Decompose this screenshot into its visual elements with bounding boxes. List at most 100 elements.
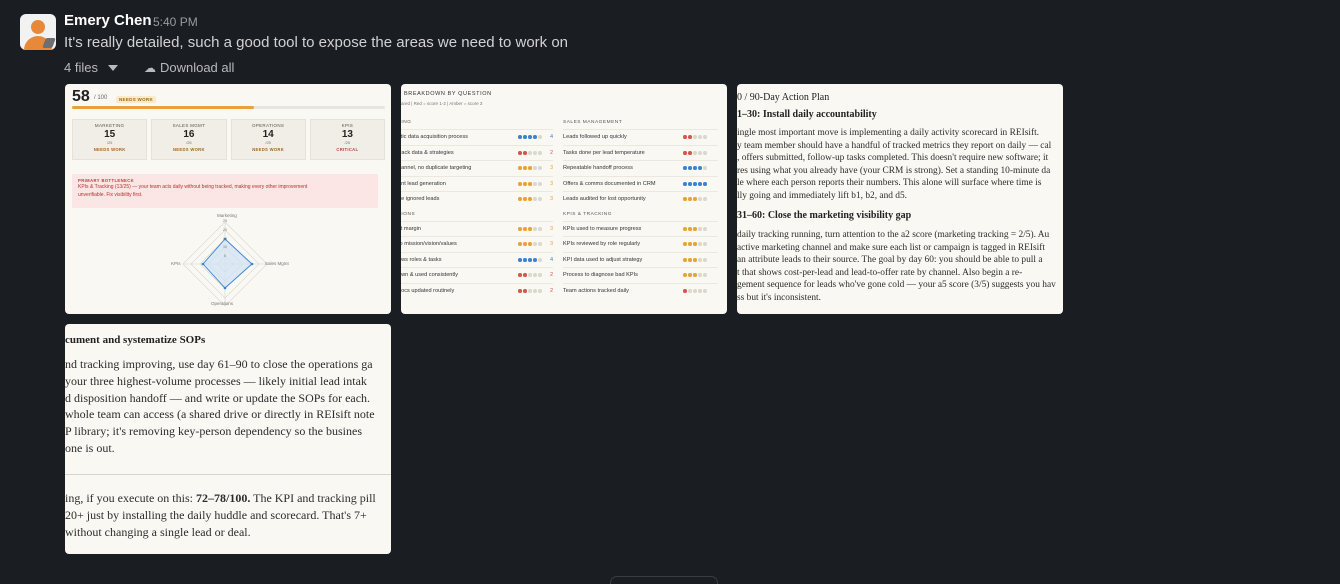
- paragraph-line: daily tracking running, turn attention t…: [737, 230, 1050, 240]
- score-dot: [523, 166, 527, 171]
- download-all-label: Download all: [159, 60, 235, 75]
- score-dot: [518, 166, 522, 171]
- category-score: 15: [104, 129, 116, 140]
- score-dot: [703, 226, 707, 231]
- question-text: track data & strategies: [401, 149, 454, 156]
- question-text: Offers & comms documented in CRM: [563, 180, 656, 187]
- question-text: fit margin: [401, 225, 422, 232]
- jump-to-recent-pill[interactable]: [610, 576, 718, 584]
- question-text: Tasks done per lead temperature: [563, 149, 645, 156]
- bottleneck-label: PRIMARY BOTTLENECK: [78, 178, 135, 183]
- question-row: to mission/vision/values 3: [401, 236, 553, 252]
- score-dot: [538, 197, 542, 202]
- score-dot: [533, 226, 537, 231]
- score-dot: [533, 135, 537, 140]
- caret-down-icon: [107, 65, 118, 71]
- question-score: 4: [549, 256, 553, 263]
- radar-tick-10: 10: [223, 245, 227, 249]
- question-score: 3: [549, 225, 553, 232]
- score-dot: [683, 257, 687, 262]
- action-plan-heading-2: 31–60: Close the marketing visibility ga…: [737, 210, 912, 221]
- category-score: 14: [262, 129, 274, 140]
- score-dot: [523, 226, 527, 231]
- score-dot: [688, 242, 692, 247]
- primary-bottleneck-box: PRIMARY BOTTLENECK KPIs & Tracking (13/2…: [72, 174, 378, 208]
- score-dot: [693, 257, 697, 262]
- score-dot: [533, 242, 537, 247]
- files-toggle[interactable]: 4 files: [64, 60, 118, 75]
- question-score: 4: [549, 134, 553, 141]
- score-dots: [518, 257, 542, 262]
- score-dot: [693, 226, 697, 231]
- radar-label-right: Sales Mgmt: [265, 261, 289, 266]
- score-dot: [698, 257, 702, 262]
- section-heading: TING: [401, 120, 412, 125]
- sops-p2-score: 72–78/100.: [195, 491, 251, 505]
- radar-svg: [182, 221, 268, 307]
- score-dot: [533, 197, 537, 202]
- category-score: 13: [341, 129, 353, 140]
- score-dot: [533, 288, 537, 293]
- score-dot: [683, 181, 687, 186]
- question-score: 3: [549, 196, 553, 203]
- score-dots: [683, 273, 707, 278]
- category-status: NEEDS WORK: [252, 147, 285, 152]
- question-text: Leads followed up quickly: [563, 134, 627, 141]
- question-row: stic data acquisition process 4: [401, 129, 553, 145]
- question-row: Process to diagnose bad KPIs: [563, 267, 718, 283]
- score-dots: [683, 135, 707, 140]
- question-score: 3: [549, 241, 553, 248]
- breakdown-column-right: SALES MANAGEMENT Leads followed up quickl…: [563, 119, 718, 298]
- score-dots: [518, 135, 542, 140]
- score-denominator: / 100: [94, 95, 108, 101]
- score-dot: [703, 257, 707, 262]
- score-dot: [523, 135, 527, 140]
- sops-p2-line1: ing, if you execute on this: 72–78/100. …: [65, 490, 391, 507]
- attachment-thumbnail-sops[interactable]: cument and systematize SOPs nd tracking …: [65, 324, 391, 554]
- score-dot: [683, 197, 687, 202]
- score-dot: [683, 288, 687, 293]
- action-plan-heading-1: 1–30: Install daily accountability: [737, 109, 877, 120]
- score-dot: [688, 181, 692, 186]
- category-cards: MARKETING 15/25 NEEDS WORK SALES MGMT 16/25 N…: [72, 119, 385, 160]
- question-text: to mission/vision/values: [401, 241, 457, 248]
- question-row: KPIs reviewed by role regularly: [563, 236, 718, 252]
- score-dot: [683, 226, 687, 231]
- score-dot: [703, 197, 707, 202]
- question-text: Team actions tracked daily: [563, 287, 629, 294]
- download-all-button[interactable]: ☁ Download all: [144, 60, 234, 75]
- attachment-thumbnail-breakdown[interactable]: BREAKDOWN BY QUESTION ared | Red = score…: [401, 84, 727, 314]
- score-dot: [523, 150, 527, 155]
- radar-point-kpis: [201, 262, 205, 266]
- score-dots: [518, 288, 542, 293]
- chat-message: Emery Chen 5:40 PM It's really detailed,…: [0, 0, 1340, 584]
- question-text: KPI data used to adjust strategy: [563, 256, 643, 263]
- avatar[interactable]: [20, 14, 56, 50]
- score-dot: [538, 273, 542, 278]
- question-score: 2: [549, 149, 553, 156]
- score-dot: [693, 197, 697, 202]
- message-timestamp[interactable]: 5:40 PM: [153, 15, 198, 29]
- category-status: NEEDS WORK: [93, 147, 126, 152]
- score-dots: [518, 166, 542, 171]
- score-dot: [703, 273, 707, 278]
- overall-score: 58: [72, 88, 90, 105]
- question-row: KPIs used to measure progress: [563, 220, 718, 237]
- score-dot: [688, 273, 692, 278]
- score-dot: [533, 150, 537, 155]
- question-score: 3: [549, 165, 553, 172]
- paragraph-line: d disposition handoff — and write or upd…: [65, 390, 371, 405]
- question-score: 3: [549, 180, 553, 187]
- score-dot: [693, 273, 697, 278]
- question-row: docs updated routinely 2: [401, 282, 553, 299]
- score-dot: [538, 288, 542, 293]
- score-dot: [698, 150, 702, 155]
- question-row: fit margin 3: [401, 220, 553, 237]
- attachment-thumbnail-action-plan[interactable]: 0 / 90-Day Action Plan 1–30: Install dai…: [737, 84, 1063, 314]
- radar-chart: Marketing KPIs Sales Mgmt Operations 25 …: [170, 212, 289, 310]
- attachment-thumbnail-scorecard[interactable]: 58 / 100 NEEDS WORK MARKETING 15/25 NEEDS …: [65, 84, 391, 314]
- sops-paragraph-1: nd tracking improving, use day 61–90 to …: [65, 356, 391, 457]
- sender-name[interactable]: Emery Chen: [64, 12, 152, 29]
- question-row: hannel, no duplicate targeting 3: [401, 160, 553, 176]
- question-text: ge ignored leads: [401, 196, 440, 203]
